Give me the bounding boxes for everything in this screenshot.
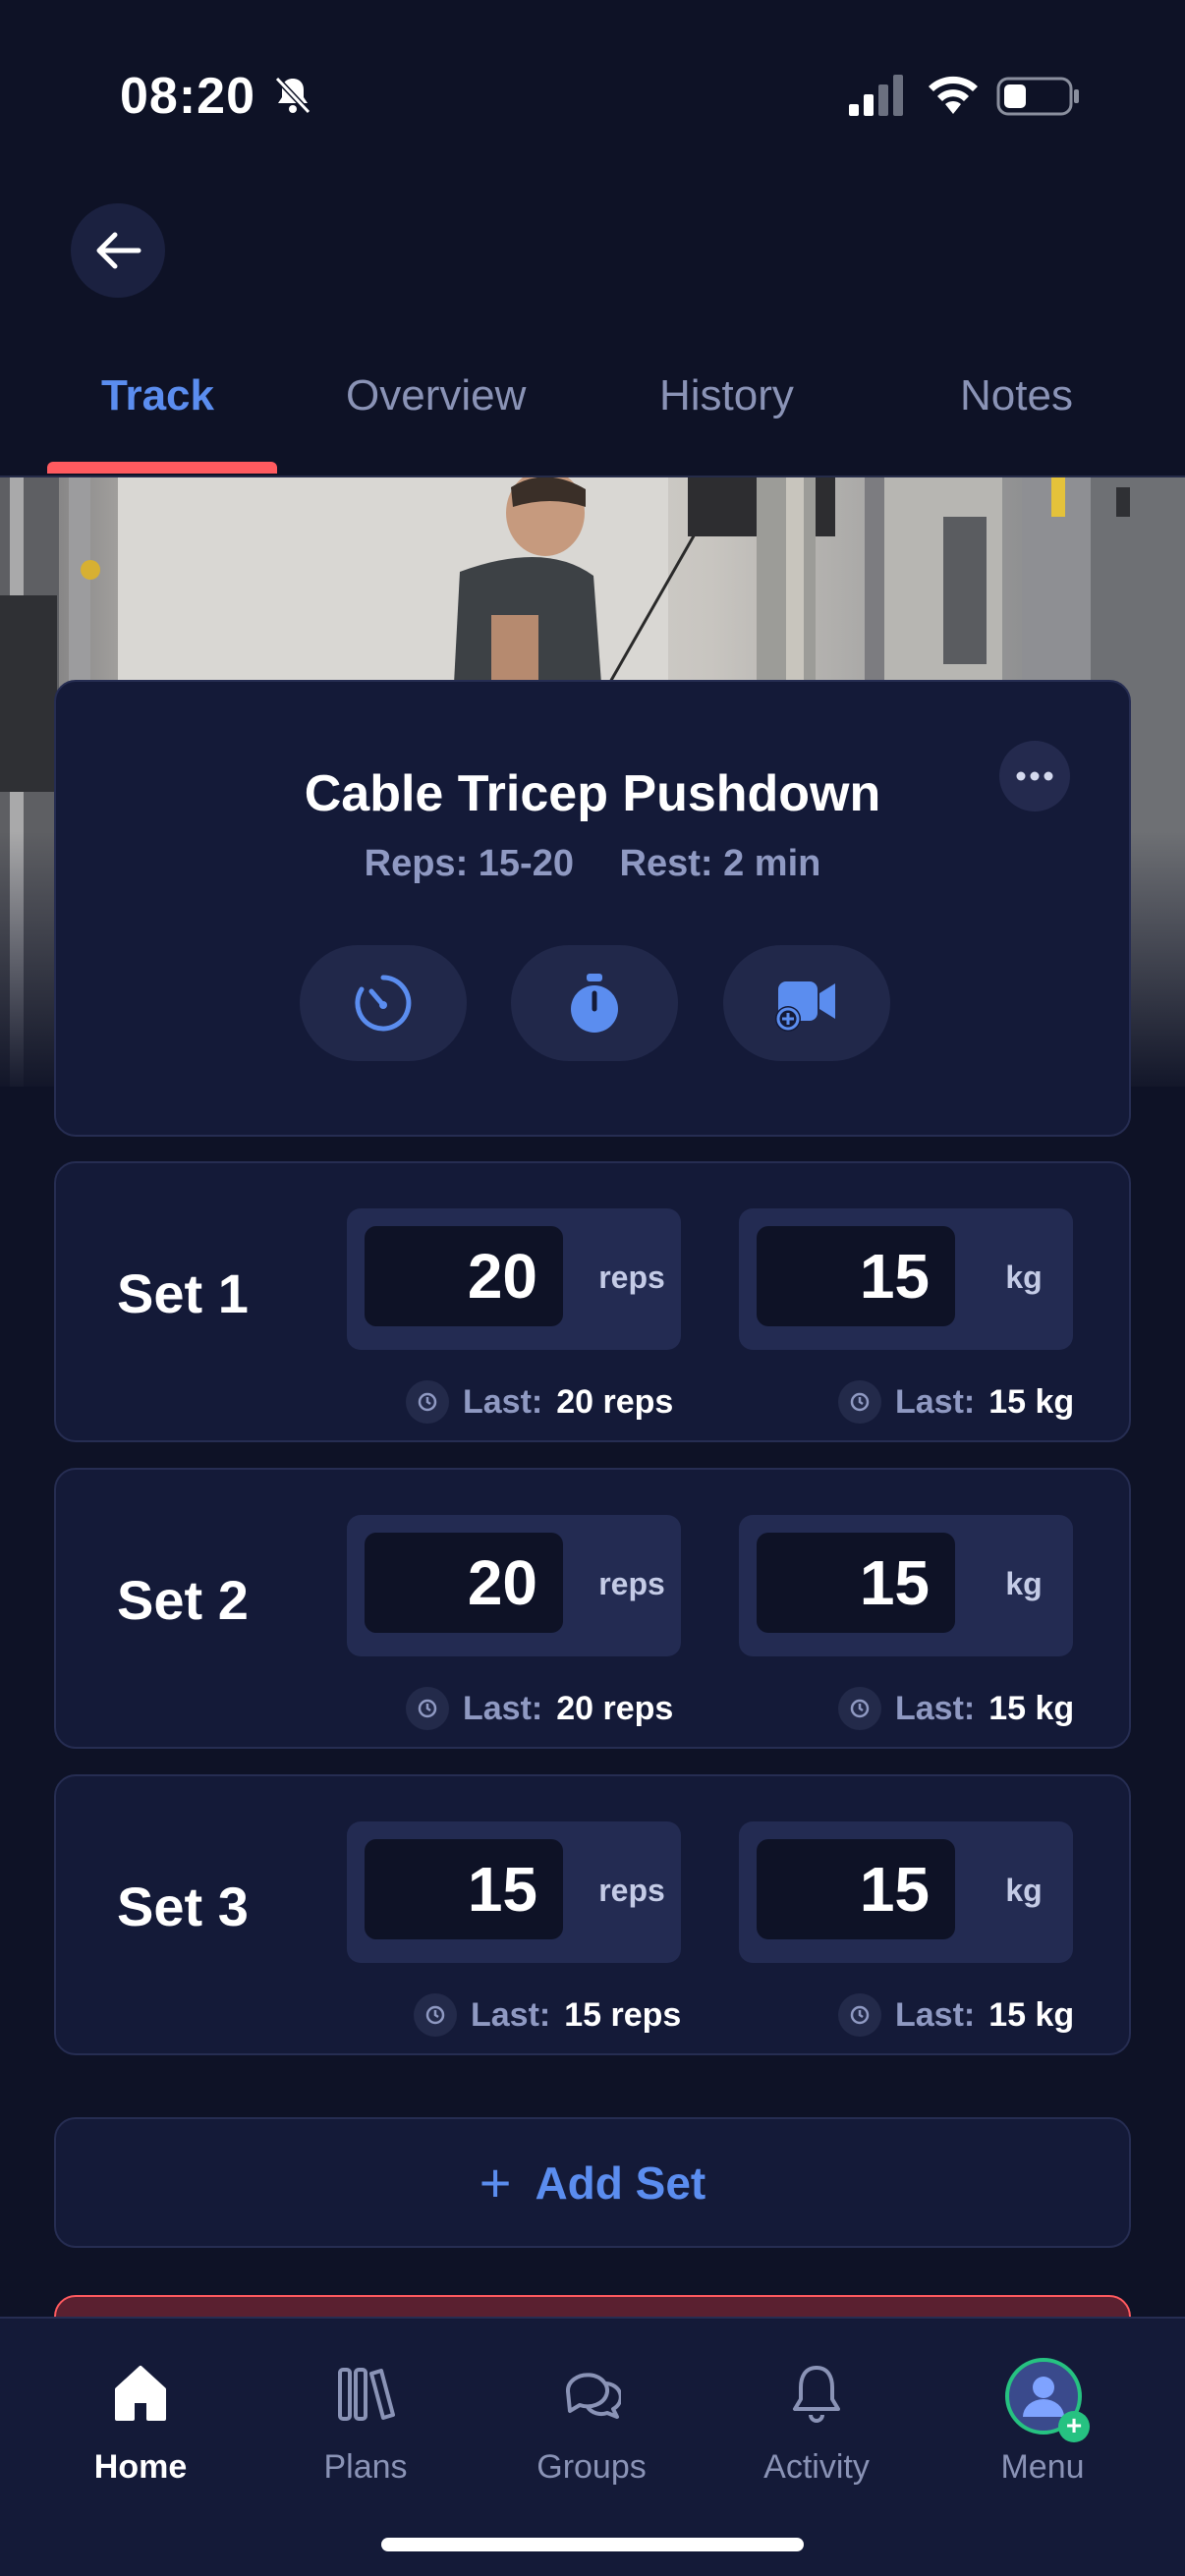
last-weight-value: 15 kg: [988, 1689, 1075, 1727]
nav-groups[interactable]: Groups: [493, 2319, 690, 2535]
history-clock-icon: [838, 1993, 881, 2037]
active-tab-indicator: [47, 462, 277, 474]
screen: 08:20 Track Overview History Notes Cable…: [0, 0, 1185, 2576]
plus-icon: +: [479, 2152, 512, 2213]
set-label: Set 2: [117, 1569, 249, 1631]
nav-label: Groups: [536, 2448, 647, 2486]
tab-history[interactable]: History: [659, 371, 794, 420]
nav-plans[interactable]: Plans: [267, 2319, 464, 2535]
reps-unit: reps: [598, 1566, 665, 1601]
last-weight: Last: 15 kg: [838, 1377, 1074, 1427]
last-weight: Last: 15 kg: [838, 1990, 1074, 2040]
nav-label: Home: [93, 2448, 188, 2486]
reps-unit: reps: [598, 1873, 665, 1908]
bell-muted-icon: [274, 76, 311, 115]
last-label: Last:: [463, 1382, 543, 1421]
history-clock-icon: [838, 1380, 881, 1424]
nav-label: Menu: [1000, 2448, 1085, 2486]
nav-activity[interactable]: Activity: [718, 2319, 915, 2535]
timer-button[interactable]: [511, 945, 678, 1061]
set-card: Set 1 20 reps 15 kg Last: 20 reps Last: …: [54, 1161, 1131, 1442]
speedometer-icon: [355, 975, 412, 1032]
add-video-icon: [775, 981, 835, 1032]
reps-field-group: 20 reps: [347, 1208, 681, 1350]
tab-overview[interactable]: Overview: [346, 371, 526, 420]
plans-icon: [338, 2368, 395, 2421]
last-label: Last:: [471, 1995, 551, 2034]
last-label: Last:: [895, 1382, 976, 1421]
history-clock-icon: [406, 1380, 449, 1424]
weight-field-group: 15 kg: [739, 1208, 1073, 1350]
last-reps: Last: 15 reps: [414, 1990, 681, 2040]
weight-field-group: 15 kg: [739, 1821, 1073, 1963]
status-time: 08:20: [120, 68, 255, 125]
history-clock-icon: [406, 1687, 449, 1730]
last-reps-value: 20 reps: [556, 1382, 674, 1421]
last-weight-value: 15 kg: [988, 1382, 1075, 1421]
history-clock-icon: [838, 1687, 881, 1730]
nav-menu[interactable]: + Menu: [944, 2319, 1141, 2535]
last-reps: Last: 20 reps: [406, 1377, 673, 1427]
last-label: Last:: [463, 1689, 543, 1727]
set-card: Set 3 15 reps 15 kg Last: 15 reps Last: …: [54, 1774, 1131, 2055]
reps-field-group: 15 reps: [347, 1821, 681, 1963]
exercise-reps-range: Reps: 15-20: [364, 843, 574, 884]
exercise-rest-time: Rest: 2 min: [619, 843, 821, 884]
tab-bar: Track Overview History Notes: [0, 354, 1185, 476]
reps-input[interactable]: 20: [365, 1533, 563, 1633]
nav-label: Activity: [763, 2448, 870, 2486]
tempo-button[interactable]: [300, 945, 467, 1061]
nav-label: Plans: [323, 2448, 408, 2486]
reps-input[interactable]: 20: [365, 1226, 563, 1326]
exercise-meta: Reps: 15-20 Rest: 2 min: [56, 843, 1129, 885]
arrow-left-icon: [96, 232, 141, 269]
last-label: Last:: [895, 1995, 976, 2034]
weight-field-group: 15 kg: [739, 1515, 1073, 1656]
set-label: Set 3: [117, 1876, 249, 1937]
add-badge-icon: +: [1058, 2411, 1090, 2442]
cellular-signal-icon: [849, 75, 903, 116]
tab-notes[interactable]: Notes: [960, 371, 1073, 420]
last-label: Last:: [895, 1689, 976, 1727]
weight-input[interactable]: 15: [757, 1533, 955, 1633]
set-label: Set 1: [117, 1262, 249, 1324]
last-weight-value: 15 kg: [988, 1995, 1075, 2034]
weight-input[interactable]: 15: [757, 1839, 955, 1939]
reps-input[interactable]: 15: [365, 1839, 563, 1939]
set-card: Set 2 20 reps 15 kg Last: 20 reps Last: …: [54, 1468, 1131, 1749]
add-set-button[interactable]: + Add Set: [54, 2117, 1131, 2248]
reps-unit: reps: [598, 1260, 665, 1295]
last-reps-value: 15 reps: [564, 1995, 682, 2034]
home-indicator: [381, 2538, 804, 2551]
home-icon: [115, 2366, 166, 2421]
last-reps-value: 20 reps: [556, 1689, 674, 1727]
weight-unit: kg: [1005, 1566, 1043, 1601]
nav-home[interactable]: Home: [42, 2319, 239, 2535]
battery-icon: [996, 77, 1079, 116]
tab-track[interactable]: Track: [101, 371, 214, 420]
history-clock-icon: [414, 1993, 457, 2037]
exercise-card: Cable Tricep Pushdown Reps: 15-20 Rest: …: [54, 680, 1131, 1137]
back-button[interactable]: [71, 203, 165, 298]
stopwatch-icon: [571, 974, 618, 1033]
reps-field-group: 20 reps: [347, 1515, 681, 1656]
weight-unit: kg: [1005, 1260, 1043, 1295]
status-bar: 08:20: [0, 0, 1185, 196]
wifi-icon: [929, 76, 978, 114]
last-weight: Last: 15 kg: [838, 1684, 1074, 1733]
last-reps: Last: 20 reps: [406, 1684, 673, 1733]
add-set-label: Add Set: [535, 2156, 706, 2209]
weight-unit: kg: [1005, 1873, 1043, 1908]
add-video-button[interactable]: [723, 945, 890, 1061]
bell-icon: [793, 2366, 840, 2423]
weight-input[interactable]: 15: [757, 1226, 955, 1326]
exercise-title: Cable Tricep Pushdown: [304, 765, 881, 822]
groups-icon: [565, 2373, 621, 2419]
